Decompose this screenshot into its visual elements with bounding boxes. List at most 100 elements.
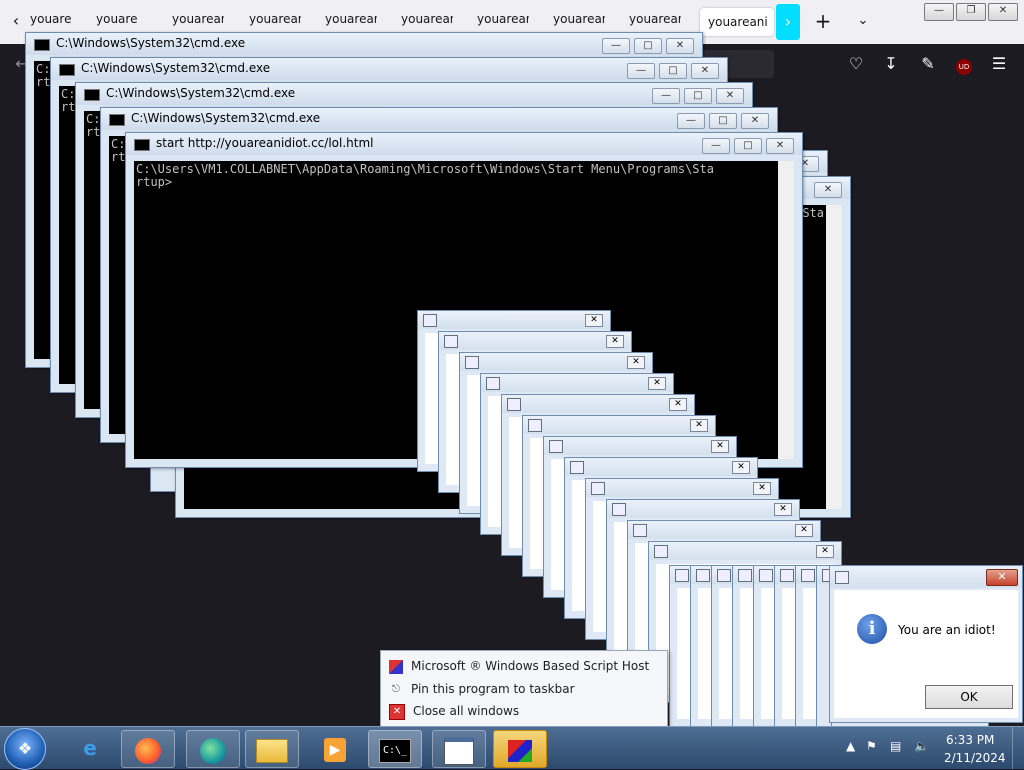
browser-tab[interactable]: youareani <box>249 12 301 32</box>
maximize-button[interactable]: □ <box>709 113 737 129</box>
close-button[interactable]: ✕ <box>732 461 750 474</box>
volume-muted-icon[interactable]: 🔈 <box>914 739 929 753</box>
window-buttons: ✕ <box>810 181 842 198</box>
ok-button[interactable]: OK <box>925 685 1013 709</box>
scroll-right-icon[interactable]: › <box>776 4 800 40</box>
jump-list-item-script-host[interactable]: Microsoft ® Windows Based Script Host <box>389 656 649 676</box>
close-button[interactable]: ✕ <box>585 314 603 327</box>
cmd-icon <box>109 114 125 126</box>
browser-tab[interactable]: youareani <box>553 12 605 32</box>
internet-explorer-icon[interactable]: e <box>64 730 116 766</box>
clock-time[interactable]: 6:33 PM <box>946 733 994 747</box>
close-button[interactable]: ✕ <box>741 113 769 129</box>
scrollbar[interactable] <box>826 205 842 509</box>
browser-tab[interactable]: youareani <box>477 12 529 32</box>
window-title: C:\Windows\System32\cmd.exe <box>106 86 296 100</box>
cmd-icon <box>59 64 75 76</box>
window-icon[interactable] <box>432 730 486 768</box>
cmd-icon[interactable]: C:\_ <box>368 730 422 768</box>
idiot-dialog[interactable]: ✕ i You are an idiot! OK <box>829 565 1023 723</box>
browser-tab[interactable]: youareani <box>401 12 453 32</box>
minimize-button[interactable]: — <box>652 88 680 104</box>
outer-minimize-button[interactable]: — <box>924 3 954 21</box>
maximize-button[interactable]: □ <box>684 88 712 104</box>
tab-scroll-left-icon[interactable]: ‹ <box>6 10 26 32</box>
window-buttons: — □ ✕ <box>648 87 744 104</box>
outer-restore-button[interactable]: ❐ <box>956 3 986 21</box>
new-tab-icon[interactable]: + <box>812 10 834 32</box>
close-button[interactable]: ✕ <box>669 398 687 411</box>
window-icon <box>801 569 815 582</box>
menu-icon[interactable]: ☰ <box>988 53 1010 75</box>
close-button[interactable]: ✕ <box>814 182 842 198</box>
close-button[interactable]: ✕ <box>816 545 834 558</box>
window-icon <box>528 419 542 432</box>
window-buttons: — □ ✕ <box>673 112 769 129</box>
show-desktop-button[interactable] <box>1012 727 1024 769</box>
browser-tab[interactable]: youareani <box>30 12 72 32</box>
pocket-icon[interactable]: ♡ <box>845 53 867 75</box>
browser-tab[interactable]: youareani <box>629 12 681 32</box>
close-all-icon: ✕ <box>389 703 405 720</box>
close-button[interactable]: ✕ <box>711 440 729 453</box>
minimize-button[interactable]: — <box>677 113 705 129</box>
cmd-icon <box>134 139 150 151</box>
action-center-flag-icon[interactable]: ⚑ <box>866 739 877 753</box>
window-icon <box>465 356 479 369</box>
outer-close-button[interactable]: ✕ <box>988 3 1018 21</box>
close-button[interactable]: ✕ <box>766 138 794 154</box>
browser-tab[interactable]: youareani <box>96 12 138 32</box>
download-icon[interactable]: ↧ <box>880 53 902 75</box>
cmd-icon <box>84 89 100 101</box>
close-button[interactable]: ✕ <box>774 503 792 516</box>
window-icon <box>423 314 437 327</box>
close-button[interactable]: ✕ <box>986 569 1018 586</box>
network-icon[interactable]: ▤ <box>890 739 901 753</box>
jump-list-item-pin[interactable]: ⎋ Pin this program to taskbar <box>389 679 575 699</box>
edge-icon[interactable] <box>186 730 240 768</box>
title-bar: ✕ <box>460 353 652 371</box>
close-button[interactable]: ✕ <box>627 356 645 369</box>
clock-date[interactable]: 2/11/2024 <box>944 751 1006 765</box>
title-bar: ✕ <box>502 395 694 413</box>
minimize-button[interactable]: — <box>702 138 730 154</box>
browser-tab-active[interactable]: youareani <box>700 8 774 36</box>
window-icon <box>675 569 689 582</box>
jump-list-label: Pin this program to taskbar <box>411 682 575 696</box>
console-text: Sta <box>802 206 824 220</box>
close-button[interactable]: ✕ <box>666 38 694 54</box>
tab-list-icon[interactable]: ⌄ <box>852 10 874 32</box>
close-button[interactable]: ✕ <box>690 419 708 432</box>
browser-tab[interactable]: youareani <box>172 12 224 32</box>
file-explorer-icon[interactable] <box>245 730 299 768</box>
close-button[interactable]: ✕ <box>606 335 624 348</box>
maximize-button[interactable]: □ <box>659 63 687 79</box>
window-icon <box>654 545 668 558</box>
minimize-button[interactable]: — <box>627 63 655 79</box>
close-button[interactable]: ✕ <box>648 377 666 390</box>
taskbar-jump-list: Microsoft ® Windows Based Script Host ⎋ P… <box>380 650 668 728</box>
ublock-icon[interactable]: UD <box>953 53 975 75</box>
window-buttons: — □ ✕ <box>698 137 794 154</box>
script-host-icon[interactable] <box>493 730 547 768</box>
close-button[interactable]: ✕ <box>795 524 813 537</box>
start-button[interactable]: ❖ <box>4 728 46 770</box>
maximize-button[interactable]: □ <box>634 38 662 54</box>
firefox-icon[interactable] <box>121 730 175 768</box>
extensions-icon[interactable]: ✎ <box>917 53 939 75</box>
close-button[interactable]: ✕ <box>716 88 744 104</box>
show-hidden-icons-icon[interactable]: ▲ <box>846 739 855 753</box>
media-player-icon[interactable]: ▶ <box>309 730 361 766</box>
jump-list-item-close-all[interactable]: ✕ Close all windows <box>389 701 519 721</box>
window-icon <box>612 503 626 516</box>
dialog-message: You are an idiot! <box>898 623 996 637</box>
minimize-button[interactable]: — <box>602 38 630 54</box>
title-bar: ✕ <box>830 566 1022 588</box>
window-icon <box>780 569 794 582</box>
maximize-button[interactable]: □ <box>734 138 762 154</box>
close-button[interactable]: ✕ <box>753 482 771 495</box>
close-button[interactable]: ✕ <box>691 63 719 79</box>
scrollbar[interactable] <box>778 161 794 459</box>
jump-list-label: Microsoft ® Windows Based Script Host <box>411 659 650 673</box>
browser-tab[interactable]: youareani <box>325 12 377 32</box>
